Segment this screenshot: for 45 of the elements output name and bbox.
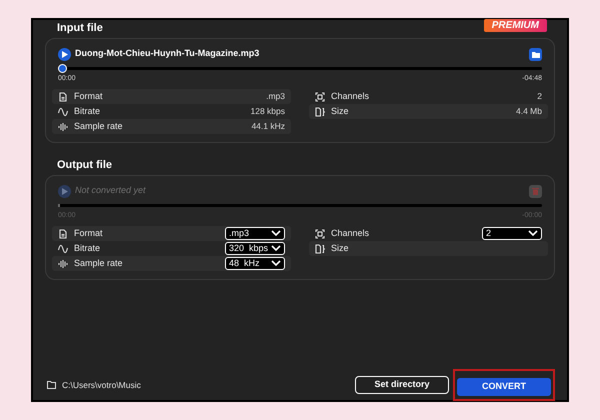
property-label: Format	[74, 226, 103, 240]
frame-icon	[315, 92, 325, 102]
property-value: 2	[537, 90, 542, 103]
property-value: 128 kbps	[250, 105, 285, 118]
file-size-icon	[315, 106, 325, 116]
seek-thumb[interactable]	[58, 64, 67, 73]
property-label: Bitrate	[74, 242, 100, 255]
chevron-down-icon	[528, 230, 538, 237]
play-button[interactable]	[58, 48, 71, 60]
property-label: Size	[331, 104, 349, 118]
folder-icon	[532, 50, 540, 58]
sound-bars-icon	[58, 122, 68, 132]
seek-slider[interactable]	[58, 201, 542, 210]
property-label: Bitrate	[74, 104, 100, 118]
play-icon	[62, 50, 68, 58]
wave-icon	[58, 106, 68, 116]
property-label: Size	[331, 242, 349, 255]
property-label: Channels	[331, 90, 370, 103]
seek-slider[interactable]	[58, 64, 542, 73]
file-name: Duong-Mot-Chieu-Huynh-Tu-Magazine.mp3	[75, 47, 260, 60]
delete-button[interactable]	[529, 184, 542, 198]
section-heading: Output file	[57, 158, 112, 173]
property-label: Format	[74, 90, 103, 103]
folder-icon	[47, 381, 56, 389]
frame-icon	[315, 228, 325, 238]
play-icon	[62, 188, 68, 194]
convert-button[interactable]: CONVERT	[457, 378, 551, 396]
sound-bars-icon	[58, 258, 68, 268]
premium-badge[interactable]: PREMIUM	[484, 19, 547, 32]
file-size-icon	[315, 244, 325, 254]
section-heading: Input file	[57, 20, 103, 36]
property-label: Channels	[331, 226, 370, 240]
trash-icon	[532, 187, 539, 195]
property-label: Sample rate	[74, 256, 123, 270]
property-value: 4.4 Mb	[516, 105, 542, 118]
file-name: Not converted yet	[75, 184, 146, 198]
open-folder-button[interactable]	[529, 48, 542, 60]
file-icon	[58, 92, 68, 102]
set-directory-button[interactable]: Set directory	[355, 376, 449, 394]
wave-icon	[58, 244, 68, 254]
property-value: 44.1 kHz	[251, 120, 285, 133]
property-value: .mp3	[266, 90, 285, 103]
property-label: Sample rate	[74, 120, 123, 133]
file-icon	[58, 228, 68, 238]
output-path: C:\Users\votro\Music	[62, 378, 141, 392]
